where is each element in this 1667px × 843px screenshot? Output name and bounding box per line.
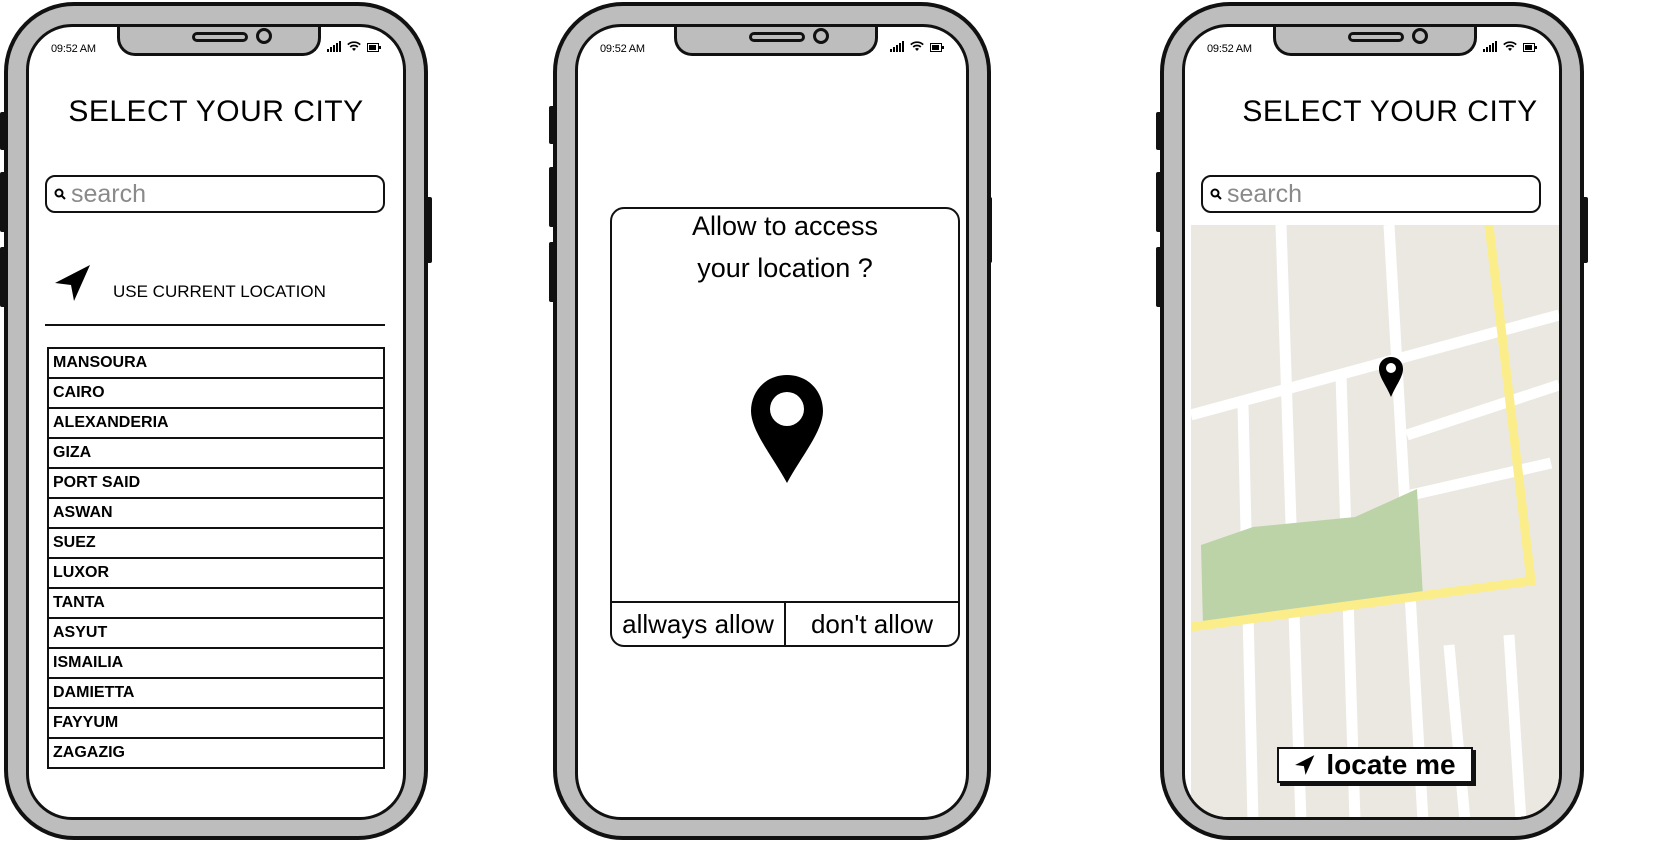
wifi-icon <box>1503 41 1517 51</box>
search-bar[interactable] <box>1201 175 1541 213</box>
status-time: 09:52 AM <box>1207 43 1252 55</box>
screen: 09:52 AM Allow to access your location ?… <box>575 24 969 820</box>
status-icons <box>1483 41 1537 52</box>
battery-icon <box>1523 43 1537 52</box>
location-permission-dialog: Allow to access your location ? allways … <box>610 207 960 647</box>
search-input[interactable] <box>1227 179 1517 209</box>
city-list-item[interactable]: GIZA <box>47 437 385 469</box>
notch <box>674 27 878 56</box>
location-pin-icon <box>751 375 823 483</box>
phone-city-list: 09:52 AM SELECT YOUR CITY USE CURRENT LO… <box>0 2 432 840</box>
dont-allow-button[interactable]: don't allow <box>784 603 958 645</box>
navigation-arrow-icon <box>1295 755 1315 775</box>
use-current-location-button[interactable]: USE CURRENT LOCATION <box>53 263 326 303</box>
screen: 09:52 AM SELECT YOUR CITY USE CURRENT LO… <box>26 24 406 820</box>
city-list-item[interactable]: TANTA <box>47 587 385 619</box>
use-current-location-label: USE CURRENT LOCATION <box>113 282 326 301</box>
status-icons <box>327 41 381 52</box>
city-list-item[interactable]: FAYYUM <box>47 707 385 739</box>
notch <box>1273 27 1477 56</box>
signal-icon <box>890 41 904 52</box>
divider <box>45 324 385 326</box>
notch <box>117 27 321 56</box>
signal-icon <box>1483 41 1497 52</box>
search-icon <box>1210 188 1222 200</box>
dialog-title-line1: Allow to access <box>691 211 879 241</box>
status-icons <box>890 41 944 52</box>
city-list-item[interactable]: CAIRO <box>47 377 385 409</box>
wifi-icon <box>910 41 924 51</box>
signal-icon <box>327 41 341 52</box>
search-bar[interactable] <box>45 175 385 213</box>
city-list-item[interactable]: ASYUT <box>47 617 385 649</box>
status-time: 09:52 AM <box>600 43 645 55</box>
locate-me-button[interactable]: locate me <box>1277 747 1473 783</box>
status-time: 09:52 AM <box>51 43 96 55</box>
dialog-actions: allways allow don't allow <box>612 601 958 645</box>
city-list-item[interactable]: ISMAILIA <box>47 647 385 679</box>
always-allow-button[interactable]: allways allow <box>612 603 784 645</box>
screen: 09:52 AM SELECT YOUR CITY search locate … <box>1182 24 1562 820</box>
city-list-item[interactable]: ASWAN <box>47 497 385 529</box>
phone-location-permission: 09:52 AM Allow to access your location ?… <box>549 2 992 840</box>
page-title: SELECT YOUR CITY <box>68 95 364 128</box>
city-list-item[interactable]: ALEXANDERIA <box>47 407 385 439</box>
search-icon <box>54 188 66 200</box>
battery-icon <box>930 43 944 52</box>
city-list-item[interactable]: LUXOR <box>47 557 385 589</box>
page-title: SELECT YOUR CITY <box>1242 95 1538 128</box>
phone-map-select: 09:52 AM SELECT YOUR CITY search locate … <box>1156 2 1588 840</box>
search-input[interactable] <box>71 179 361 209</box>
city-list-item[interactable]: ZAGAZIG <box>47 737 385 769</box>
city-list-item[interactable]: DAMIETTA <box>47 677 385 709</box>
city-list-item[interactable]: MANSOURA <box>47 347 385 379</box>
city-map[interactable] <box>1191 225 1559 820</box>
dialog-title-line2: your location ? <box>697 253 873 283</box>
city-list-item[interactable]: PORT SAID <box>47 467 385 499</box>
battery-icon <box>367 43 381 52</box>
navigation-arrow-icon <box>55 265 90 301</box>
locate-me-label: locate me <box>1326 749 1456 780</box>
wifi-icon <box>347 41 361 51</box>
city-list: MANSOURA CAIRO ALEXANDERIA GIZA PORT SAID ASW… <box>47 347 385 769</box>
city-list-item[interactable]: SUEZ <box>47 527 385 559</box>
